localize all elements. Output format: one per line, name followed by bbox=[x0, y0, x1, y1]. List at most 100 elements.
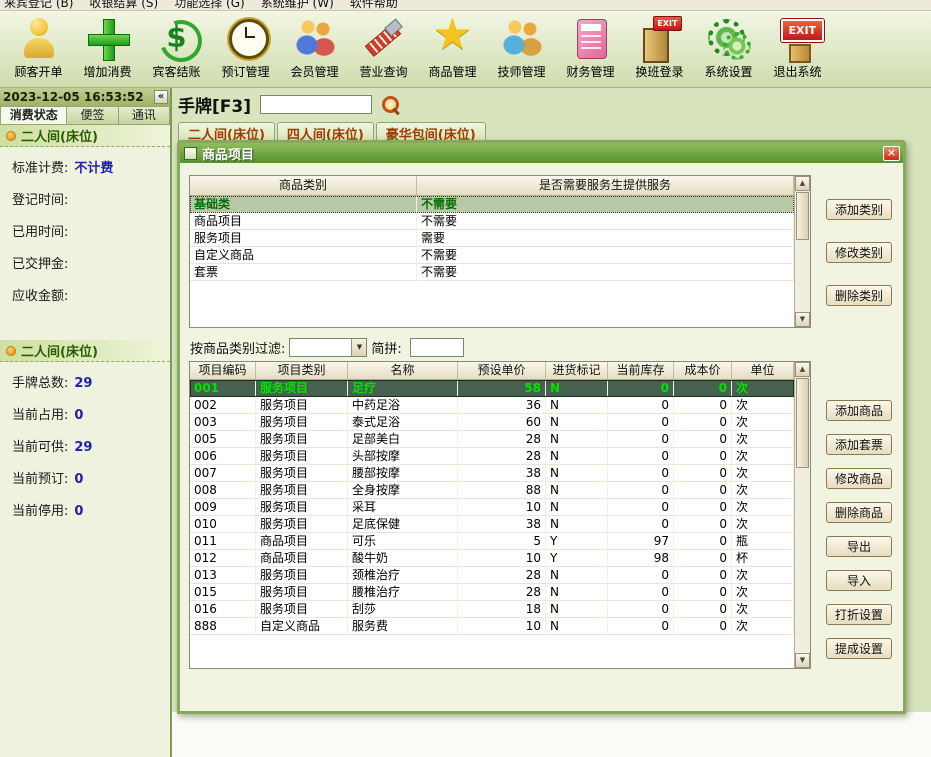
section-header: 二人间(床位) bbox=[0, 340, 170, 362]
cell: 0 bbox=[608, 601, 674, 618]
info-field: 当前预订:0 bbox=[12, 468, 160, 487]
cell: 0 bbox=[674, 431, 732, 448]
scroll-up-button[interactable]: ▲ bbox=[795, 362, 810, 377]
field-label: 手牌总数: bbox=[12, 372, 68, 391]
collapse-button[interactable]: « bbox=[154, 90, 168, 104]
guest-checkout-button[interactable]: 宾客结账 bbox=[142, 15, 211, 80]
finance-management-button[interactable]: 财务管理 bbox=[556, 15, 625, 80]
menu-item[interactable]: 系统维护 (W) bbox=[261, 0, 334, 10]
cell: 足底保健 bbox=[348, 516, 458, 533]
category-row[interactable]: 自定义商品不需要 bbox=[190, 247, 794, 264]
dialog-titlebar[interactable]: 商品项目 × bbox=[180, 143, 903, 163]
category-filter-combo[interactable]: ▼ bbox=[289, 338, 367, 357]
toolbar-button-label: 退出系统 bbox=[763, 63, 832, 80]
scroll-up-button[interactable]: ▲ bbox=[795, 176, 810, 191]
cell: 015 bbox=[190, 584, 256, 601]
search-icon[interactable] bbox=[381, 95, 401, 115]
member-management-button[interactable]: 会员管理 bbox=[280, 15, 349, 80]
delete-category-button[interactable]: 删除类别 bbox=[826, 285, 892, 306]
scroll-thumb[interactable] bbox=[796, 192, 809, 240]
item-row[interactable]: 011商品项目可乐5Y970瓶 bbox=[190, 533, 794, 550]
add-package-button[interactable]: 添加套票 bbox=[826, 434, 892, 455]
business-query-button[interactable]: 营业查询 bbox=[349, 15, 418, 80]
handcard-input[interactable] bbox=[260, 95, 372, 114]
item-row[interactable]: 002服务项目中药足浴36N00次 bbox=[190, 397, 794, 414]
import-button[interactable]: 导入 bbox=[826, 570, 892, 591]
item-row[interactable]: 012商品项目酸牛奶10Y980杯 bbox=[190, 550, 794, 567]
cell: 003 bbox=[190, 414, 256, 431]
field-value: 29 bbox=[74, 376, 92, 391]
column-header: 成本价 bbox=[674, 362, 732, 380]
cell: 36 bbox=[458, 397, 546, 414]
category-row[interactable]: 商品项目不需要 bbox=[190, 213, 794, 230]
combo-arrow-icon[interactable]: ▼ bbox=[351, 339, 366, 356]
cell: 服务项目 bbox=[256, 499, 348, 516]
cell: 0 bbox=[608, 414, 674, 431]
info-field: 当前可供:29 bbox=[12, 436, 160, 455]
menu-item[interactable]: 收银结算 (S) bbox=[89, 0, 158, 10]
category-row[interactable]: 基础类不需要 bbox=[190, 196, 794, 213]
item-row[interactable]: 888自定义商品服务费10N00次 bbox=[190, 618, 794, 635]
item-row[interactable]: 016服务项目刮莎18N00次 bbox=[190, 601, 794, 618]
cell: 不需要 bbox=[417, 264, 794, 281]
item-row[interactable]: 005服务项目足部美白28N00次 bbox=[190, 431, 794, 448]
shift-login-button[interactable]: 换班登录 bbox=[625, 15, 694, 80]
cell: 10 bbox=[458, 618, 546, 635]
sidebar-tabs: 消费状态便签通讯 bbox=[0, 106, 170, 125]
menu-item[interactable]: 来宾登记 (B) bbox=[4, 0, 73, 10]
scroll-down-button[interactable]: ▼ bbox=[795, 653, 810, 668]
item-row[interactable]: 008服务项目全身按摩88N00次 bbox=[190, 482, 794, 499]
menu-item[interactable]: 功能选择 (G) bbox=[174, 0, 244, 10]
product-items-dialog: 商品项目 × 商品类别是否需要服务生提供服务 基础类不需要商品项目不需要服务项目… bbox=[177, 140, 906, 714]
scroll-down-button[interactable]: ▼ bbox=[795, 312, 810, 327]
cell: 10 bbox=[458, 499, 546, 516]
pinyin-label: 简拼: bbox=[371, 338, 401, 357]
cell: 0 bbox=[674, 380, 732, 397]
item-row[interactable]: 001服务项目足疗58N00次 bbox=[190, 380, 794, 397]
field-label: 已交押金: bbox=[12, 253, 68, 272]
add-product-button[interactable]: 添加商品 bbox=[826, 400, 892, 421]
column-header: 进货标记 bbox=[546, 362, 608, 380]
cell: 商品项目 bbox=[256, 550, 348, 567]
category-scrollbar[interactable]: ▲ ▼ bbox=[794, 176, 810, 327]
item-row[interactable]: 010服务项目足底保健38N00次 bbox=[190, 516, 794, 533]
commission-settings-button[interactable]: 提成设置 bbox=[826, 638, 892, 659]
column-header: 当前库存 bbox=[608, 362, 674, 380]
item-row[interactable]: 015服务项目腰椎治疗28N00次 bbox=[190, 584, 794, 601]
pinyin-input[interactable] bbox=[410, 338, 464, 357]
category-row[interactable]: 套票不需要 bbox=[190, 264, 794, 281]
sidebar-tab[interactable]: 通讯 bbox=[119, 106, 170, 125]
edit-category-button[interactable]: 修改类别 bbox=[826, 242, 892, 263]
item-row[interactable]: 007服务项目腰部按摩38N00次 bbox=[190, 465, 794, 482]
category-row[interactable]: 服务项目需要 bbox=[190, 230, 794, 247]
item-row[interactable]: 013服务项目颈椎治疗28N00次 bbox=[190, 567, 794, 584]
item-row[interactable]: 003服务项目泰式足浴60N00次 bbox=[190, 414, 794, 431]
sidebar-tab[interactable]: 便签 bbox=[67, 106, 118, 125]
delete-product-button[interactable]: 删除商品 bbox=[826, 502, 892, 523]
item-row[interactable]: 009服务项目采耳10N00次 bbox=[190, 499, 794, 516]
cell: 可乐 bbox=[348, 533, 458, 550]
item-row[interactable]: 006服务项目头部按摩28N00次 bbox=[190, 448, 794, 465]
close-button[interactable]: × bbox=[883, 146, 900, 161]
system-settings-button[interactable]: 系统设置 bbox=[694, 15, 763, 80]
technician-management-button[interactable]: 技师管理 bbox=[487, 15, 556, 80]
edit-product-button[interactable]: 修改商品 bbox=[826, 468, 892, 489]
scroll-thumb[interactable] bbox=[796, 378, 809, 468]
cell: 008 bbox=[190, 482, 256, 499]
add-consumption-button[interactable]: 增加消费 bbox=[73, 15, 142, 80]
cell: 杯 bbox=[732, 550, 794, 567]
add-category-button[interactable]: 添加类别 bbox=[826, 199, 892, 220]
items-table-head: 项目编码项目类别名称预设单价进货标记当前库存成本价单位 bbox=[190, 362, 794, 380]
product-management-button[interactable]: 商品管理 bbox=[418, 15, 487, 80]
items-scrollbar[interactable]: ▲ ▼ bbox=[794, 362, 810, 668]
cell: 011 bbox=[190, 533, 256, 550]
cell: 服务项目 bbox=[256, 482, 348, 499]
export-button[interactable]: 导出 bbox=[826, 536, 892, 557]
sidebar: 2023-12-05 16:53:52 « 消费状态便签通讯 二人间(床位) 标… bbox=[0, 88, 172, 757]
sidebar-tab[interactable]: 消费状态 bbox=[0, 106, 67, 125]
customer-open-button[interactable]: 顾客开单 bbox=[4, 15, 73, 80]
exit-system-button[interactable]: 退出系统 bbox=[763, 15, 832, 80]
reservation-management-button[interactable]: 预订管理 bbox=[211, 15, 280, 80]
menu-item[interactable]: 软件帮助 bbox=[350, 0, 398, 10]
discount-settings-button[interactable]: 打折设置 bbox=[826, 604, 892, 625]
